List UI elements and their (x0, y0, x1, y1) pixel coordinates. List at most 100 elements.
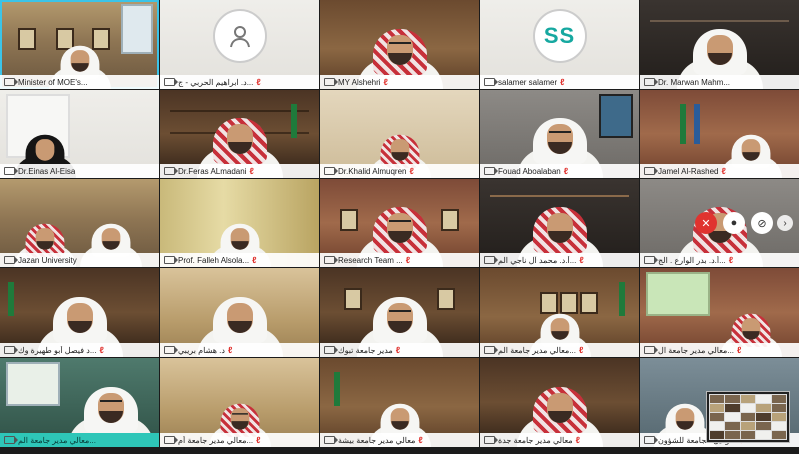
mic-muted-icon: ℓ (578, 345, 584, 355)
camera-icon (484, 346, 498, 354)
camera-icon (644, 436, 658, 444)
camera-icon (324, 436, 338, 444)
mic-muted-icon: ℓ (249, 166, 254, 176)
participant-name-bar: معالي مدير جامعة أم... ℓ (160, 433, 319, 447)
chat-icon[interactable]: ● (723, 212, 745, 234)
participant-name: MY Alshehri (338, 77, 381, 87)
participant-name: معالي مدير جامعة بيشة (338, 435, 416, 445)
participant-tile[interactable]: Jazan University (0, 179, 159, 267)
flag (680, 104, 686, 144)
participant-tile[interactable]: معالي مدير جامعة ال... ℓ (640, 268, 799, 357)
participant-name-bar: Jazan University (0, 253, 159, 267)
camera-icon (324, 78, 338, 86)
participant-name: Dr.Khalid Almuqren (338, 166, 407, 176)
participant-tile[interactable]: Dr.Khalid Almuqren ℓ (320, 90, 479, 178)
camera-icon (644, 78, 658, 86)
participant-name-bar: معالي مدير جامعة بيشة ℓ (320, 433, 479, 447)
camera-icon (644, 256, 658, 264)
participant-tile[interactable]: معالي مدير جامعة الم... (0, 358, 159, 447)
mic-muted-icon: ℓ (383, 77, 388, 87)
participant-name-bar: أ.د. محمد آل ناجي الم... ℓ (480, 253, 639, 267)
participant-tile[interactable]: Dr.Feras ALmadani ℓ (160, 90, 319, 178)
chevron-right-icon[interactable]: › (777, 215, 793, 231)
user-icon (212, 8, 267, 63)
participant-name: د فيصل أبو طهيرة وك... (18, 345, 97, 355)
camera-icon (164, 346, 178, 354)
participant-name-bar: د فيصل أبو طهيرة وك... ℓ (0, 343, 159, 357)
participant-name: مدير جامعة تبوك (338, 345, 393, 355)
flag (291, 104, 297, 138)
participant-tile[interactable]: MY Alshehri ℓ (320, 0, 479, 89)
participant-tile[interactable]: Prof. Falleh Alsola... ℓ (160, 179, 319, 267)
participant-name: أ.د. بدر الوارع . الج... (658, 255, 726, 265)
participant-tile[interactable]: معالي مدير جامعة بيشة ℓ (320, 358, 479, 447)
camera-icon (4, 346, 18, 354)
participant-name: salamer salamer (498, 77, 558, 87)
camera-icon (484, 78, 498, 86)
picture-frame (441, 209, 459, 231)
participant-name: Jamel Al-Rashed (658, 166, 719, 176)
camera-icon (324, 167, 338, 175)
participant-tile[interactable]: Minister of MOE's... (0, 0, 159, 89)
participant-tile[interactable]: Dr.Einas Al-Eisa (0, 90, 159, 178)
participant-controls: ✕ ● ⊘ (695, 212, 773, 234)
participant-tile[interactable]: د فيصل أبو طهيرة وك... ℓ (0, 268, 159, 357)
screen (599, 94, 633, 138)
participant-tile[interactable]: د. ابراهيم الحربي - ج... ℓ (160, 0, 319, 89)
participant-tile[interactable]: Research Team ... ℓ (320, 179, 479, 267)
camera-icon (4, 78, 18, 86)
camera-icon (324, 256, 338, 264)
participant-name: Research Team ... (338, 255, 403, 265)
participant-tile[interactable]: SS salamer salamer ℓ (480, 0, 639, 89)
mic-muted-icon: ℓ (418, 435, 423, 445)
participant-name-bar: معالي مدير جامعة ال... ℓ (640, 343, 799, 357)
participant-name-bar: Prof. Falleh Alsola... ℓ (160, 253, 319, 267)
mic-off-icon[interactable]: ✕ (695, 212, 717, 234)
participant-name-bar: أ.د. بدر الوارع . الج... ℓ (640, 253, 799, 267)
mic-muted-icon: ℓ (563, 166, 569, 176)
camera-icon (164, 78, 178, 86)
participant-name: معالي مدير جامعة الم... (18, 435, 96, 445)
participant-tile[interactable]: معالي مدير جامعة الم... ℓ (480, 268, 639, 357)
flag (334, 372, 340, 406)
participant-name: Minister of MOE's... (18, 77, 88, 87)
participant-name-bar: معالي مدير جامعة الم... ℓ (480, 343, 639, 357)
camera-icon (164, 436, 178, 444)
mic-muted-icon: ℓ (728, 255, 734, 265)
participant-tile[interactable]: د. هشام بريبي ℓ (160, 268, 319, 357)
participant-tile[interactable]: معالي مدير جامعة جدة ℓ (480, 358, 639, 447)
participant-tile[interactable]: Jamel Al-Rashed ℓ (640, 90, 799, 178)
participant-tile[interactable]: ✕ ● ⊘ › أ.د. بدر الوارع . الج... ℓ (640, 179, 799, 267)
block-icon[interactable]: ⊘ (751, 212, 773, 234)
participant-name: معالي مدير جامعة ال... (658, 345, 735, 355)
camera-icon (4, 436, 18, 444)
mic-muted-icon: ℓ (560, 77, 565, 87)
participant-name-bar: Minister of MOE's... (0, 75, 159, 89)
participant-name-bar: Dr.Feras ALmadani ℓ (160, 164, 319, 178)
camera-icon (324, 346, 338, 354)
camera-icon (484, 256, 498, 264)
mic-muted-icon: ℓ (409, 166, 414, 176)
mic-muted-icon: ℓ (737, 345, 742, 355)
participant-name-bar: مدير جامعة تبوك ℓ (320, 343, 479, 357)
participant-tile[interactable]: معالي مدير جامعة أم... ℓ (160, 358, 319, 447)
participant-name-bar: معالي مدير جامعة جدة ℓ (480, 433, 639, 447)
mic-muted-icon: ℓ (99, 345, 104, 355)
participant-name-bar: د. ابراهيم الحربي - ج... ℓ (160, 75, 319, 89)
participant-tile[interactable]: Dr. Marwan Mahm... (640, 0, 799, 89)
mic-muted-icon: ℓ (256, 435, 261, 445)
participant-name: معالي مدير جامعة الم... (498, 345, 576, 355)
participant-tile[interactable]: Fouad Aboalaban ℓ (480, 90, 639, 178)
participant-name-bar: Dr. Marwan Mahm... (640, 75, 799, 89)
flag (619, 282, 625, 316)
participant-name: أ.د. محمد آل ناجي الم... (498, 255, 577, 265)
participant-tile[interactable]: أ.د. محمد آل ناجي الم... ℓ (480, 179, 639, 267)
participant-name: Dr.Feras ALmadani (178, 166, 247, 176)
gallery-thumbnail[interactable] (707, 392, 789, 442)
mic-muted-icon: ℓ (252, 255, 257, 265)
participant-name-bar: Fouad Aboalaban ℓ (480, 164, 639, 178)
mic-muted-icon: ℓ (721, 166, 726, 176)
participant-tile[interactable]: مدير جامعة تبوك ℓ (320, 268, 479, 357)
mic-muted-icon: ℓ (575, 435, 581, 445)
participant-name-bar: Jamel Al-Rashed ℓ (640, 164, 799, 178)
